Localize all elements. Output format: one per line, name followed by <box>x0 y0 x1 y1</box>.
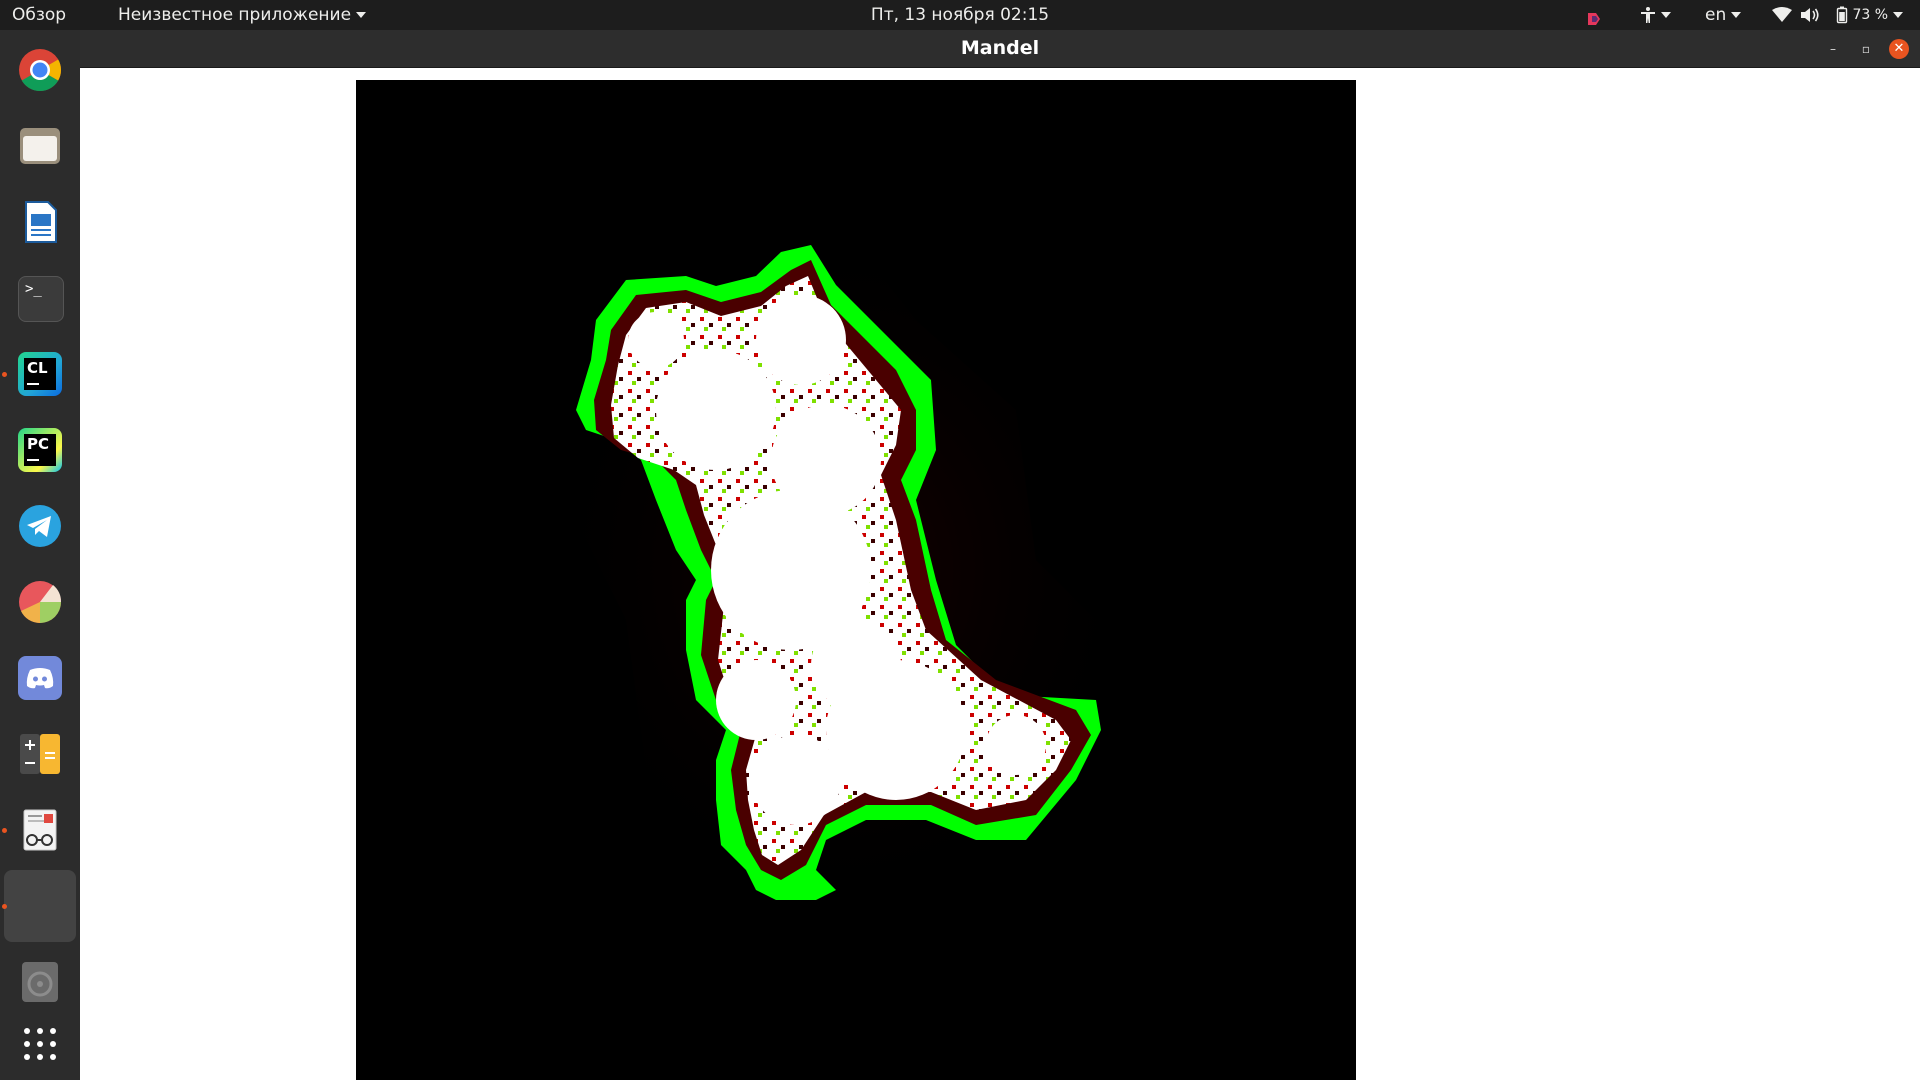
running-indicator <box>2 828 7 833</box>
disc-icon <box>18 960 62 1004</box>
running-indicator <box>2 904 7 909</box>
language-label: en <box>1705 5 1727 25</box>
pinwheel-indicator-icon[interactable] <box>1586 7 1602 25</box>
wifi-icon[interactable] <box>1772 0 1792 30</box>
dock-item-terminal[interactable]: >_ <box>4 262 76 334</box>
clion-icon: CL <box>18 352 62 396</box>
document-icon <box>18 200 62 244</box>
volume-icon[interactable] <box>1800 0 1820 30</box>
language-menu[interactable]: en <box>1705 0 1742 30</box>
dock-item-writer[interactable] <box>4 186 76 258</box>
dock-item-telegram[interactable] <box>4 490 76 562</box>
fractal-canvas[interactable] <box>356 80 1356 1080</box>
maximize-button[interactable]: ▫ <box>1856 39 1876 59</box>
accessibility-icon <box>1641 7 1655 23</box>
dock-item-pycharm[interactable]: PC <box>4 414 76 486</box>
fractal-image <box>356 80 1356 1080</box>
folder-icon <box>18 124 62 168</box>
telegram-icon <box>18 504 62 548</box>
top-bar: Обзор Неизвестное приложение Пт, 13 нояб… <box>0 0 1920 30</box>
calculator-icon <box>18 732 62 776</box>
show-applications-button[interactable] <box>4 1008 76 1080</box>
dock-item-mandel[interactable] <box>2 870 76 942</box>
dock-item-chrome[interactable] <box>4 34 76 106</box>
battery-icon <box>1836 6 1848 24</box>
window-title: Mandel <box>960 37 1040 59</box>
dock-item-disk-usage[interactable] <box>4 566 76 638</box>
dock-item-document-viewer[interactable] <box>2 794 76 866</box>
clion-label: CL <box>27 359 48 377</box>
dock-item-calculator[interactable] <box>4 718 76 790</box>
window-titlebar[interactable]: Mandel – ▫ ✕ <box>80 30 1920 68</box>
minimize-button[interactable]: – <box>1823 39 1843 59</box>
clock-label: Пт, 13 ноября 02:15 <box>870 5 1050 25</box>
pie-icon <box>18 580 62 624</box>
close-button[interactable]: ✕ <box>1889 39 1909 59</box>
clock[interactable]: Пт, 13 ноября 02:15 <box>0 0 1920 30</box>
chevron-down-icon <box>1893 12 1904 18</box>
chevron-down-icon <box>1661 12 1671 18</box>
pycharm-label: PC <box>27 435 50 453</box>
grid-icon <box>18 1022 62 1066</box>
dock-item-clion[interactable]: CL <box>2 338 76 410</box>
chevron-down-icon <box>1731 12 1742 18</box>
system-menu[interactable]: 73 % <box>1836 0 1904 30</box>
accessibility-menu[interactable] <box>1640 0 1671 30</box>
reader-icon <box>18 808 62 852</box>
mandel-window: Mandel – ▫ ✕ <box>80 30 1920 1080</box>
running-indicator <box>2 372 7 377</box>
terminal-prompt: >_ <box>25 281 42 297</box>
blank-app-icon <box>18 884 62 928</box>
pycharm-icon: PC <box>18 428 62 472</box>
dock-item-files[interactable] <box>4 110 76 182</box>
dock-item-discord[interactable] <box>4 642 76 714</box>
discord-icon <box>18 656 62 700</box>
battery-percent: 73 % <box>1852 7 1889 23</box>
terminal-icon: >_ <box>18 276 64 322</box>
chrome-icon <box>18 48 62 92</box>
dock: >_ CL PC <box>0 30 80 1080</box>
